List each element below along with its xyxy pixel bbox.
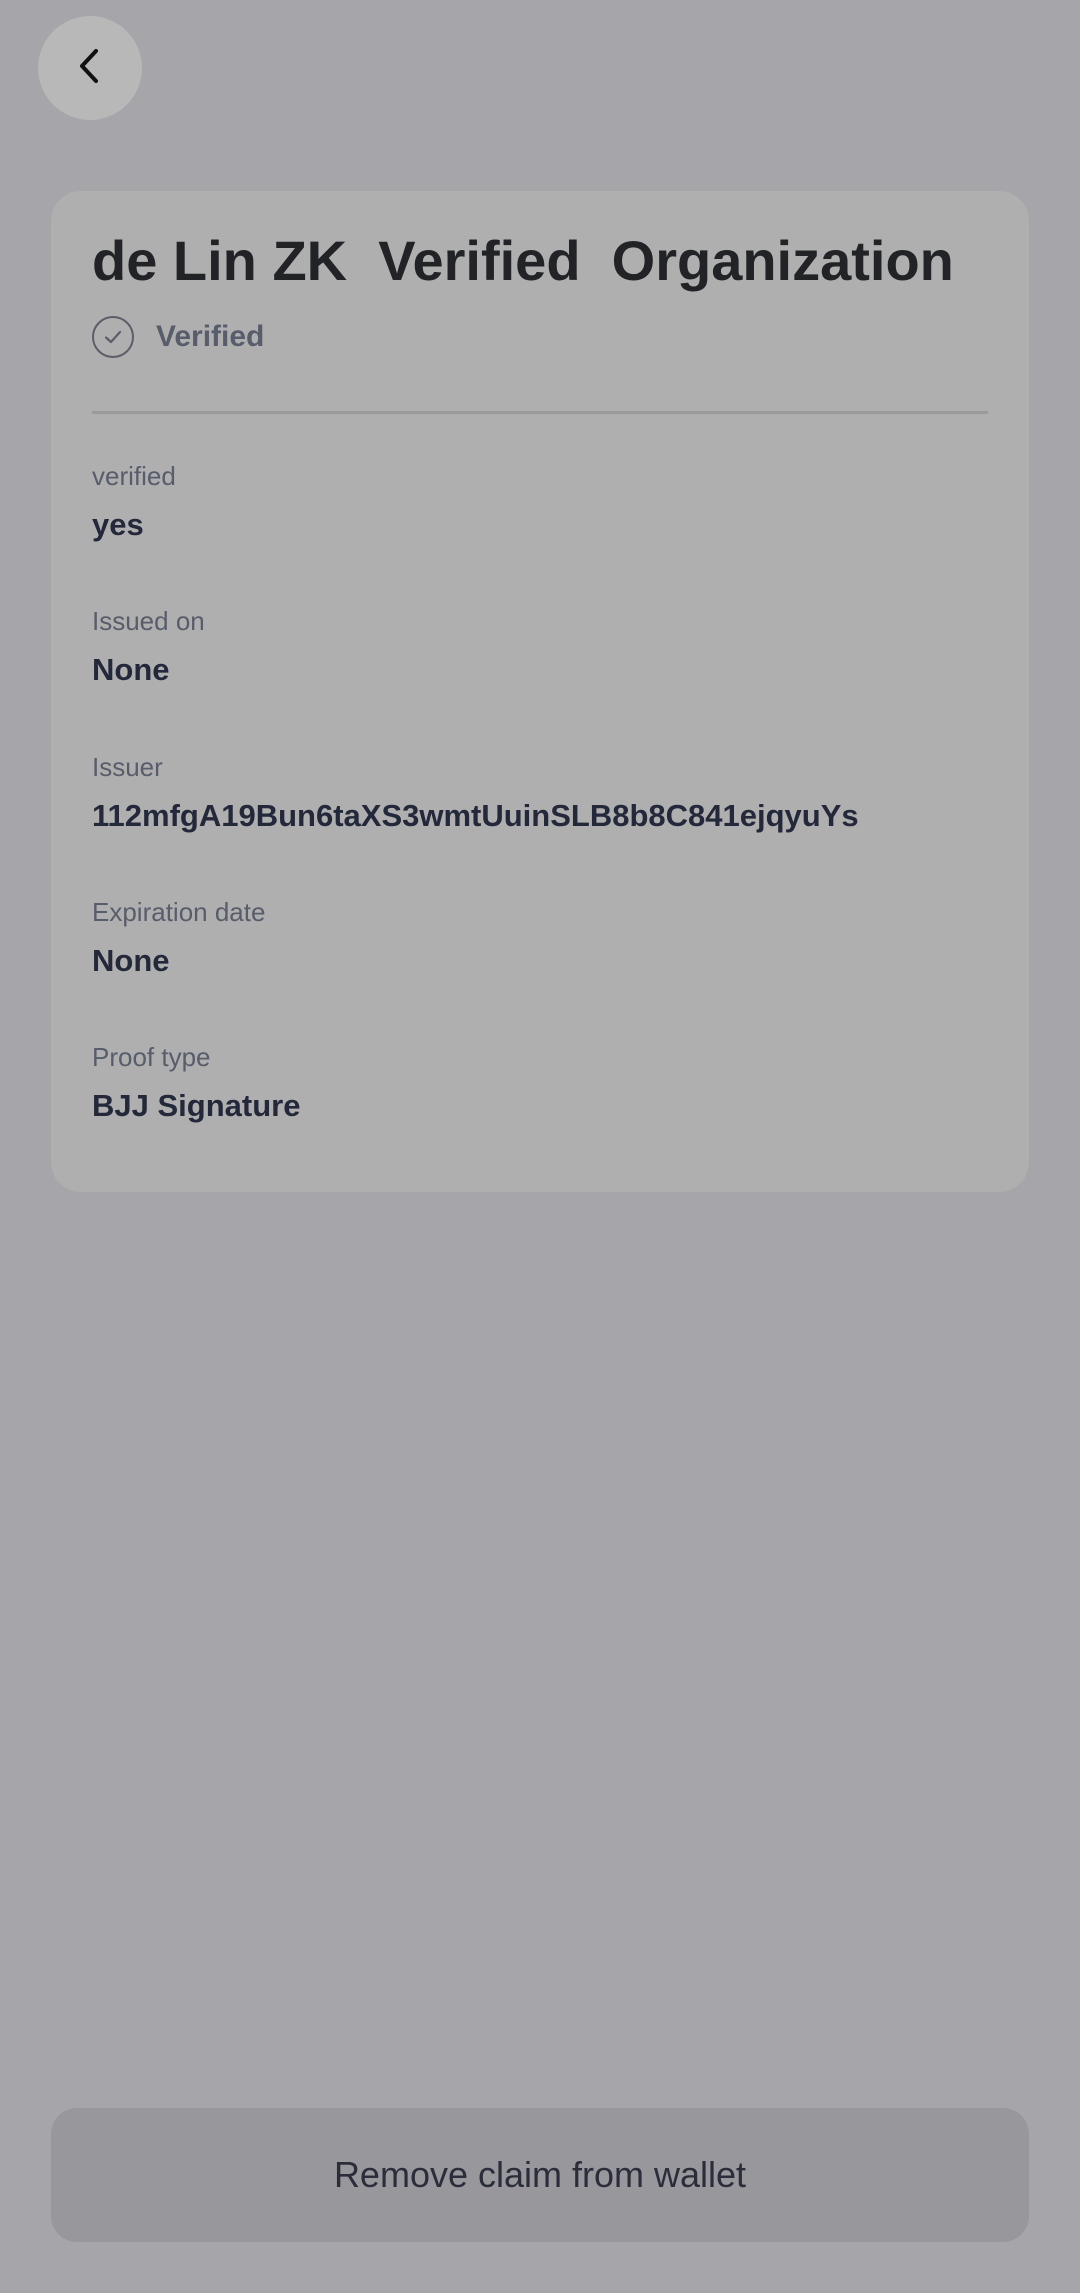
back-button[interactable] — [38, 16, 142, 120]
field-label: verified — [92, 461, 176, 491]
field-value: BJJ Signature — [92, 1088, 301, 1124]
verified-status-label: Verified — [156, 320, 265, 353]
field-label: Issuer — [92, 752, 163, 782]
chevron-left-icon — [70, 46, 110, 91]
field-issued-on: Issued on None — [92, 606, 999, 688]
field-verified: verified yes — [92, 461, 999, 543]
divider — [92, 411, 988, 414]
claim-card: de Lin ZK Verified Organization Verified… — [51, 191, 1029, 1192]
field-label: Proof type — [92, 1042, 211, 1072]
field-proof-type: Proof type BJJ Signature — [92, 1042, 999, 1124]
check-circle-icon — [92, 316, 134, 358]
remove-claim-button[interactable]: Remove claim from wallet — [51, 2108, 1029, 2242]
field-value: None — [92, 943, 170, 979]
verified-status: Verified — [92, 313, 264, 361]
field-label: Expiration date — [92, 897, 266, 927]
field-expiration-date: Expiration date None — [92, 897, 999, 979]
claim-title: de Lin ZK Verified Organization — [92, 229, 954, 292]
field-value: 112mfgA19Bun6taXS3wmtUuinSLB8b8C841ejqyu… — [92, 798, 859, 834]
field-issuer: Issuer 112mfgA19Bun6taXS3wmtUuinSLB8b8C8… — [92, 752, 999, 834]
field-label: Issued on — [92, 606, 205, 636]
field-value: yes — [92, 507, 144, 543]
field-value: None — [92, 652, 170, 688]
